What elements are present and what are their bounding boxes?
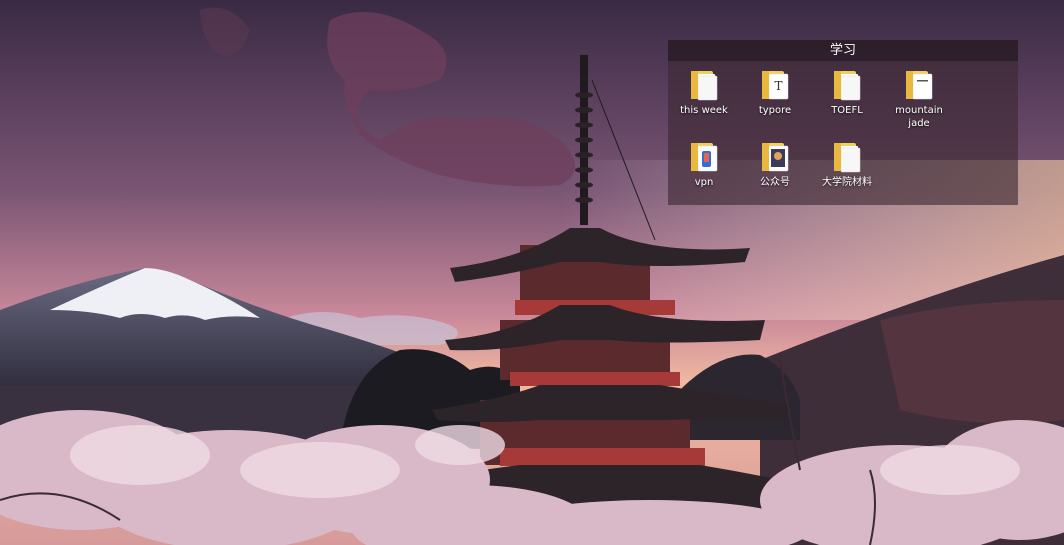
fence-icon-grid: this week T typore TOEFL mountain jade v… — [668, 61, 1018, 205]
desktop-icon-daxueyuan-cailiao[interactable]: 大学院材料 — [811, 140, 883, 189]
icon-label: 公众号 — [760, 177, 790, 188]
desktop-icon-this-week[interactable]: this week — [668, 68, 740, 117]
icon-label: this week — [680, 105, 728, 116]
icon-label: mountain jade — [895, 105, 943, 129]
folder-icon — [691, 71, 718, 101]
folder-icon — [834, 71, 861, 101]
desktop-icon-typore[interactable]: T typore — [739, 68, 811, 117]
folder-photo-icon — [762, 143, 789, 172]
folder-icon — [834, 143, 861, 173]
desktop-icon-gongzhonghao[interactable]: 公众号 — [739, 140, 811, 189]
desktop-icon-toefl[interactable]: TOEFL — [811, 68, 883, 117]
desktop-icon-vpn[interactable]: vpn — [668, 140, 740, 189]
icon-label: 大学院材料 — [822, 177, 872, 188]
desktop-icon-mountain-jade[interactable]: mountain jade — [883, 68, 955, 130]
folder-vpn-icon — [691, 143, 718, 172]
icon-label: vpn — [694, 177, 714, 188]
desktop-fence[interactable]: 学习 this week T typore TOEFL mountain jad… — [668, 40, 1018, 205]
svg-text:T: T — [774, 79, 782, 93]
folder-typora-icon: T — [762, 71, 789, 100]
folder-icon — [906, 71, 933, 100]
icon-label: TOEFL — [831, 105, 863, 116]
fence-title[interactable]: 学习 — [668, 40, 1018, 61]
icon-label: typore — [758, 105, 792, 116]
